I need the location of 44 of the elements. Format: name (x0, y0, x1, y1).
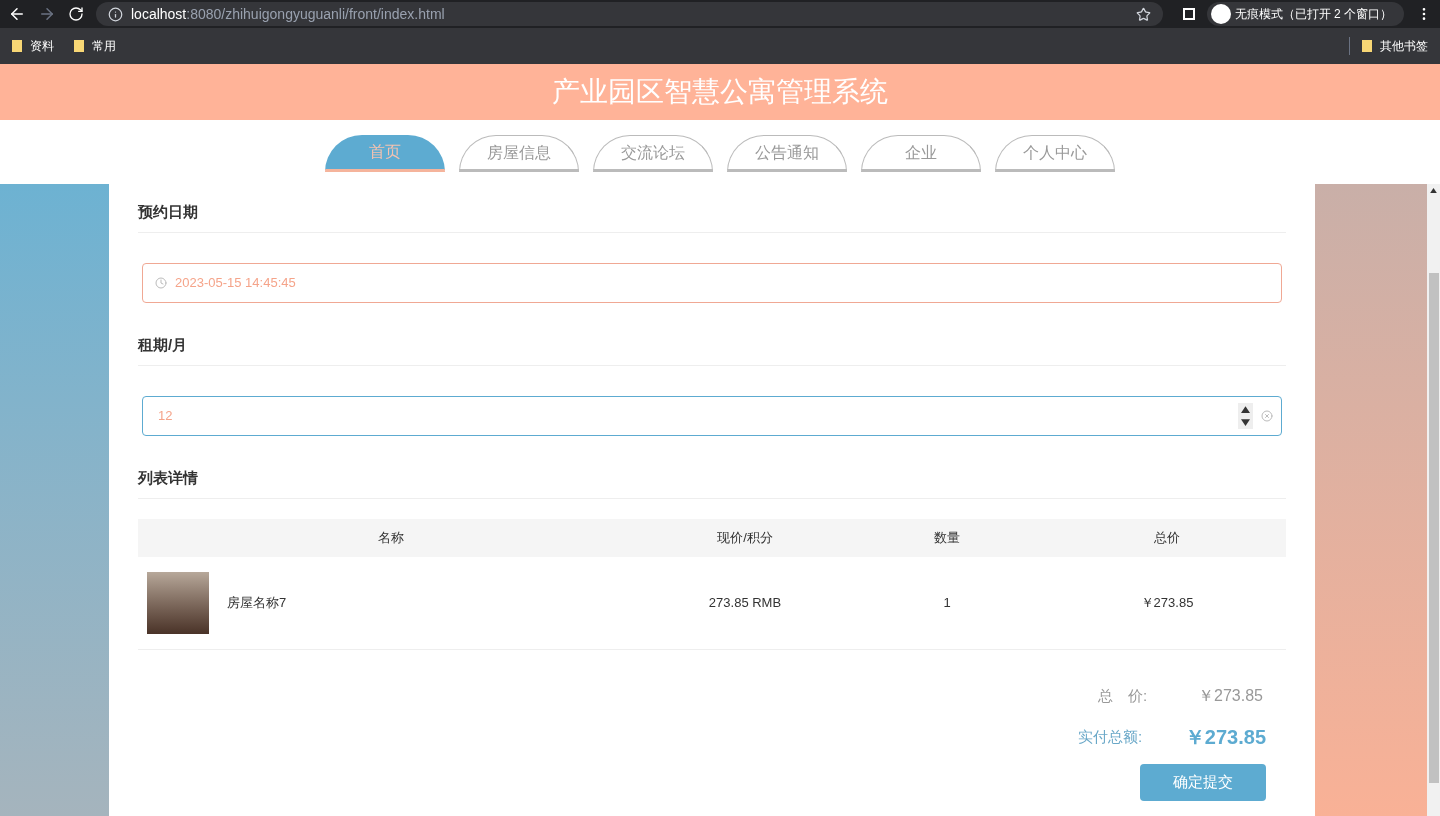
reload-icon[interactable] (68, 6, 84, 22)
scroll-up-icon[interactable] (1430, 188, 1437, 193)
bookmark-folder[interactable]: 其他书签 (1349, 37, 1428, 55)
total-value: ￥273.85 (1198, 686, 1263, 706)
section-title: 列表详情 (138, 469, 198, 486)
column-header: 数量 (934, 529, 960, 548)
site-title: 产业园区智慧公寓管理系统 (552, 75, 888, 109)
column-header: 名称 (378, 529, 404, 548)
nav-tab[interactable]: 个人中心 (995, 135, 1115, 172)
spin-down-icon[interactable] (1241, 419, 1250, 426)
address-bar[interactable]: localhost:8080/zhihuigongyuguanli/front/index.html (96, 2, 1163, 26)
star-icon[interactable] (1135, 6, 1151, 22)
scrollbar[interactable] (1427, 184, 1440, 816)
bookmark[interactable]: 常用 (74, 37, 116, 55)
table-cell-text: 1 (943, 594, 951, 613)
back-icon[interactable] (8, 5, 26, 23)
date-input[interactable]: 2023-05-15 14:45:45 (142, 263, 1282, 303)
paid-label: 实付总额: (1078, 726, 1144, 747)
nav-tab[interactable]: 房屋信息 (459, 135, 579, 172)
paid-value: ￥273.85 (1184, 725, 1266, 750)
profile-chip[interactable]: 无痕模式（已打开 2 个窗口） (1206, 2, 1404, 26)
field-label: 租期/月 (138, 336, 188, 353)
photo-placeholder (147, 572, 209, 634)
spin-up-icon[interactable] (1241, 406, 1250, 413)
column-header: 总价 (1154, 529, 1180, 548)
table-cell-text: 房屋名称7 (227, 594, 287, 613)
total-label: 总 价: (1098, 685, 1149, 706)
column-header: 现价/积分 (717, 529, 773, 548)
number-input[interactable]: 12 (142, 396, 1282, 436)
bookmark[interactable]: 资料 (12, 37, 54, 55)
submit-button[interactable]: 确定提交 (1140, 764, 1266, 801)
clock-icon (155, 277, 167, 289)
table-cell-text: ￥273.85 (1140, 594, 1194, 613)
field-label: 预约日期 (138, 203, 198, 220)
nav-tab[interactable]: 企业 (861, 135, 981, 172)
sidepanel-icon[interactable] (1182, 8, 1195, 20)
nav-tab[interactable]: 首页 (325, 135, 445, 172)
table-cell-text: 273.85 RMB (708, 594, 782, 613)
info-icon (108, 6, 123, 22)
url-host: localhost:8080/zhihuigongyuguanli/front/index.html (131, 4, 445, 24)
nav-tab[interactable]: 公告通知 (727, 135, 847, 172)
nav-tab[interactable]: 交流论坛 (593, 135, 713, 172)
scrollbar-thumb[interactable] (1428, 273, 1439, 783)
forward-icon[interactable] (38, 5, 56, 23)
